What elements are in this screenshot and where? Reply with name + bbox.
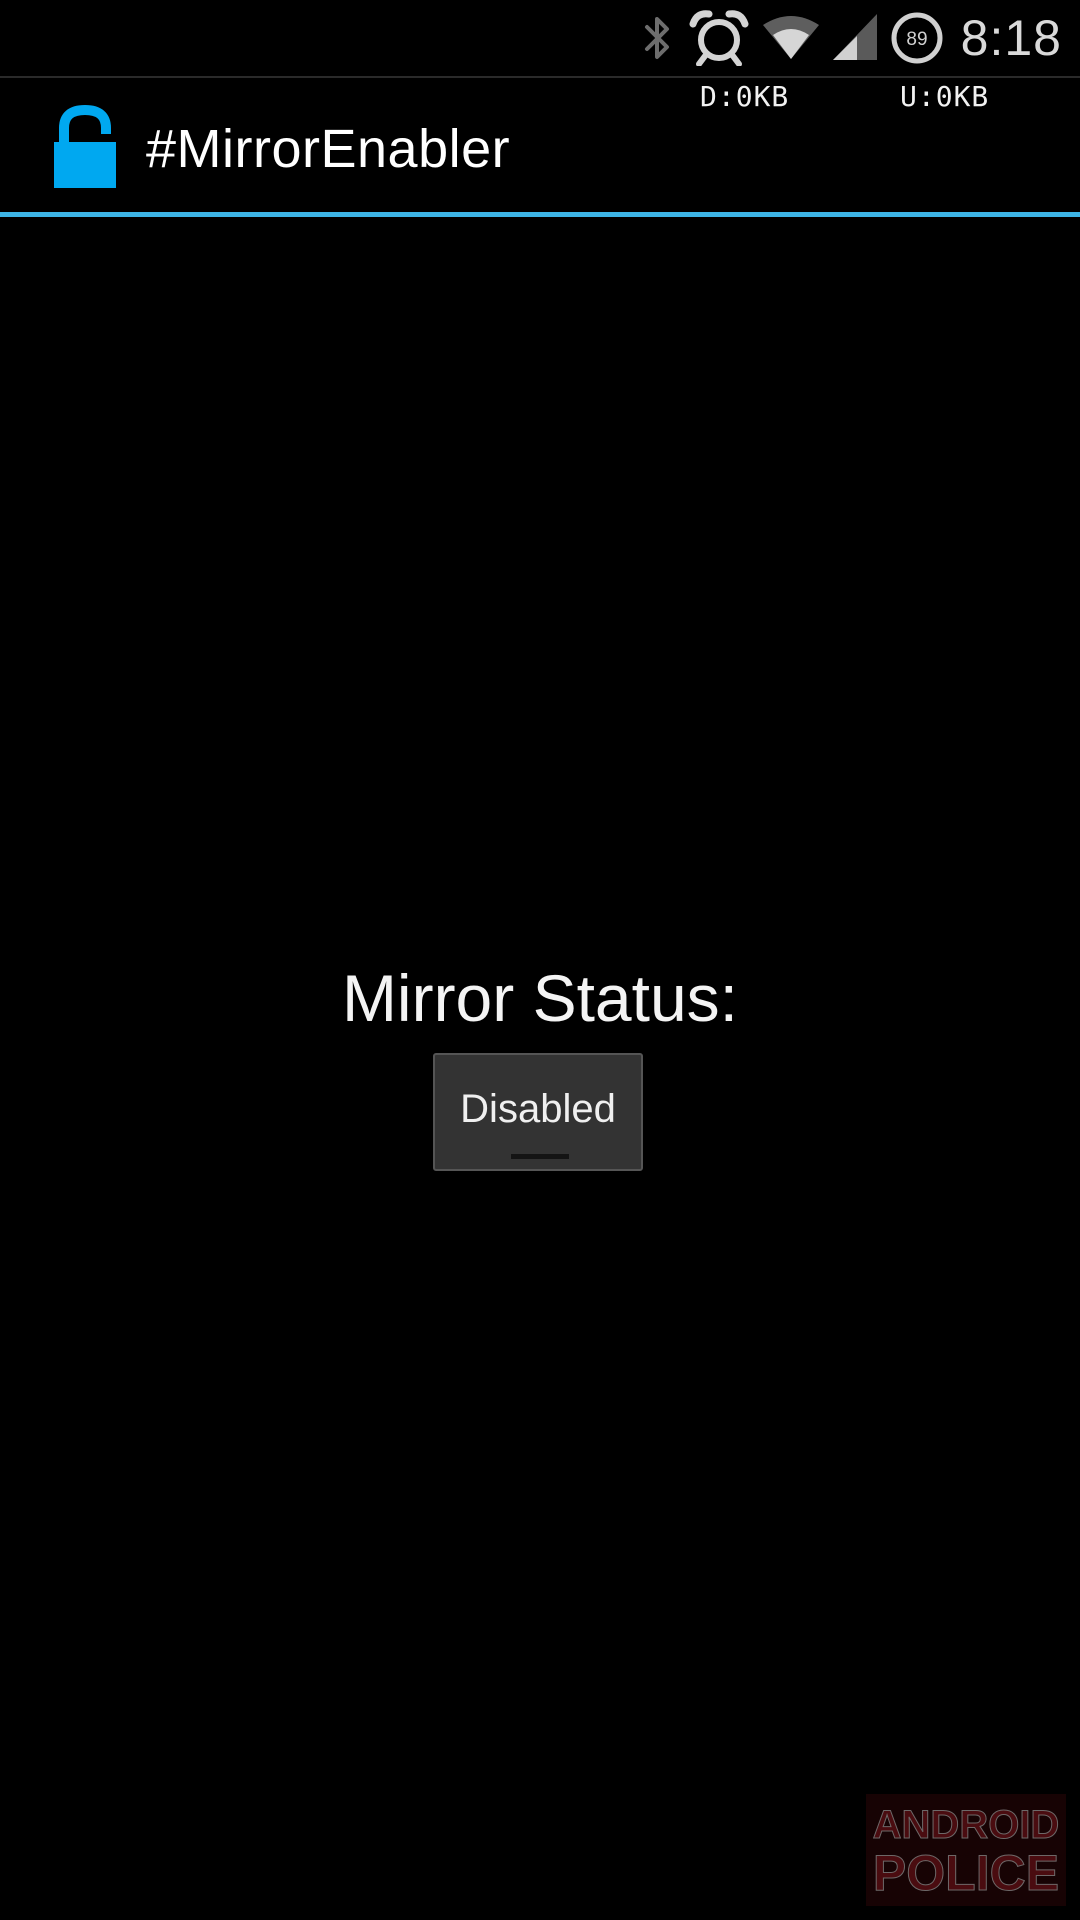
status-icons: 89 8:18 [641,6,1062,70]
mirror-toggle-button[interactable]: Disabled [433,1053,643,1171]
action-bar-divider [0,212,1080,217]
bluetooth-icon [641,13,675,63]
wifi-icon [762,15,819,61]
android-police-watermark: ANDROID POLICE [866,1794,1066,1906]
svg-text:89: 89 [906,29,927,50]
status-bar: 89 8:18 [0,0,1080,78]
upload-traffic: U:0KB [900,80,990,113]
toggle-indicator [511,1154,569,1159]
download-traffic: D:0KB [700,80,790,113]
clock: 8:18 [960,10,1062,66]
svg-text:ANDROID: ANDROID [873,1803,1060,1847]
alarm-icon [689,10,749,66]
toggle-label: Disabled [460,1086,616,1131]
svg-text:POLICE: POLICE [873,1845,1059,1901]
app-title: #MirrorEnabler [146,119,511,179]
mirror-status-label: Mirror Status: [341,961,739,1035]
unlocked-padlock-icon[interactable] [50,104,120,194]
battery-icon: 89 [891,12,943,64]
cell-signal-icon [832,14,877,62]
